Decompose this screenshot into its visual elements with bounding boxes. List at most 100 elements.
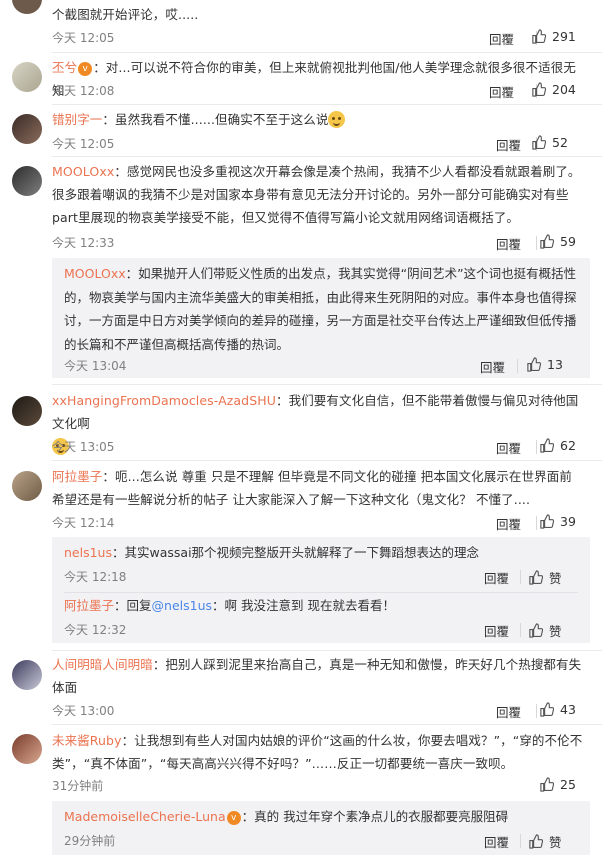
- reply-button[interactable]: 回覆: [484, 568, 509, 587]
- thumbs-up-icon: [527, 357, 541, 372]
- comment-time: 今天 12:05: [52, 31, 115, 45]
- divider: [520, 570, 521, 584]
- comment-text: ：感觉网民也没多重视这次开幕会像是凑个热闹，我猜不少人看都没看就跟着刷了。很多跟…: [52, 164, 581, 225]
- reply-text: ：啊 我没注意到 现在就去看看！: [212, 598, 395, 613]
- divider: [536, 704, 537, 718]
- like-button[interactable]: 39: [539, 514, 576, 529]
- separator: [52, 650, 602, 651]
- separator: [52, 724, 602, 725]
- reply-text: ：如果抛开人们带贬义性质的出发点，我其实觉得“阴间艺术”这个词也挺有概括性的，物…: [64, 266, 577, 352]
- like-button[interactable]: 赞: [528, 832, 562, 851]
- comment-time: 今天 12:14: [52, 516, 115, 530]
- thumbs-up-icon: [529, 834, 543, 849]
- like-count: 52: [552, 135, 568, 150]
- separator: [52, 52, 602, 53]
- reply-button[interactable]: 回覆: [489, 29, 514, 48]
- user-avatar[interactable]: [12, 734, 42, 764]
- like-button[interactable]: 204: [531, 82, 576, 97]
- like-button[interactable]: 赞: [528, 568, 562, 587]
- user-name[interactable]: MademoiselleCherie-Luna: [64, 809, 226, 824]
- like-count: 291: [552, 29, 576, 44]
- user-avatar[interactable]: [12, 471, 42, 501]
- comment-text: ：虽然我看不懂......但确实不至于这么说: [102, 112, 329, 127]
- like-count: 39: [560, 514, 576, 529]
- divider: [520, 623, 521, 637]
- reply-button[interactable]: 回覆: [496, 234, 521, 253]
- reply-button[interactable]: 回覆: [484, 832, 509, 851]
- reply-text: ：其实wassai那个视频完整版开头就解释了一下舞蹈想表达的理念: [112, 545, 480, 560]
- reply-button[interactable]: 回覆: [480, 357, 505, 376]
- mention-link[interactable]: @nels1us: [152, 598, 213, 613]
- user-name[interactable]: MOOLOxx: [52, 164, 114, 179]
- like-button[interactable]: 62: [539, 438, 576, 453]
- like-count: 59: [560, 234, 576, 249]
- like-button[interactable]: 43: [539, 702, 576, 717]
- comment-text: 个截图就开始评论，哎.....: [52, 7, 199, 22]
- user-name[interactable]: MOOLOxx: [64, 266, 126, 281]
- separator: [52, 460, 602, 461]
- reply-button[interactable]: 回覆: [484, 621, 509, 640]
- like-button[interactable]: 59: [539, 234, 576, 249]
- sub-reply-box: MOOLOxx：如果抛开人们带贬义性质的出发点，我其实觉得“阴间艺术”这个词也挺…: [52, 258, 590, 378]
- thumbs-up-icon: [532, 82, 546, 97]
- divider: [536, 516, 537, 530]
- like-count: 43: [560, 702, 576, 717]
- comment-feed: 个截图就开始评论，哎..... 今天 12:05 回覆 291 丕兮 v ：对...…: [0, 0, 602, 867]
- separator: [52, 384, 602, 385]
- user-name[interactable]: nels1us: [64, 545, 112, 560]
- thumbs-up-icon: [529, 570, 543, 585]
- user-name[interactable]: 丕兮: [52, 60, 77, 75]
- divider: [520, 834, 521, 848]
- user-avatar[interactable]: [12, 660, 42, 690]
- vip-badge-icon: v: [78, 62, 93, 76]
- like-button[interactable]: 13: [526, 357, 563, 372]
- like-button[interactable]: 25: [539, 777, 576, 792]
- reply-time: 今天 13:04: [64, 359, 127, 373]
- sub-reply-box: MademoiselleCherie-Luna v ：真的 我过年穿个素净点儿的衣服…: [52, 801, 590, 855]
- like-count: 204: [552, 82, 576, 97]
- user-avatar[interactable]: [12, 0, 42, 14]
- user-name[interactable]: 错别字一: [52, 112, 102, 127]
- reply-button[interactable]: 回覆: [496, 514, 521, 533]
- thumbs-up-icon: [532, 135, 546, 150]
- user-name[interactable]: 人间明暗人间明暗: [52, 657, 153, 672]
- separator: [64, 592, 578, 593]
- separator: [52, 156, 602, 157]
- like-button[interactable]: 赞: [528, 621, 562, 640]
- reply-text: ：真的 我过年穿个素净点儿的衣服都要亮服阻碍: [241, 809, 509, 824]
- comment-text: ：呃...怎么说 尊重 只是不理解 但毕竟是不同文化的碰撞 把本国文化展示在世界…: [52, 469, 572, 507]
- user-name[interactable]: xxHangingFromDamocles-AzadSHU: [52, 393, 276, 408]
- thumbs-up-icon: [540, 702, 554, 717]
- reply-time: 今天 12:32: [64, 623, 127, 637]
- comment-time: 31分钟前: [52, 779, 104, 793]
- like-count: 62: [560, 438, 576, 453]
- sub-reply-box: nels1us：其实wassai那个视频完整版开头就解释了一下舞蹈想表达的理念 …: [52, 537, 590, 643]
- thumbs-up-icon: [532, 29, 546, 44]
- user-name[interactable]: 未来酱Ruby: [52, 733, 122, 748]
- reply-button[interactable]: 回覆: [489, 82, 514, 101]
- reply-button[interactable]: 回覆: [496, 135, 521, 154]
- reply-button[interactable]: 回覆: [496, 702, 521, 721]
- like-button[interactable]: 291: [531, 29, 576, 44]
- user-avatar[interactable]: [12, 396, 42, 426]
- comment-time: 今天 13:00: [52, 704, 115, 718]
- user-name[interactable]: 阿拉墨子: [64, 598, 114, 613]
- thumbs-up-icon: [540, 438, 554, 453]
- divider: [536, 440, 537, 454]
- thumbs-up-icon: [529, 623, 543, 638]
- like-count: 13: [547, 357, 563, 372]
- comment-text: ：让我想到有些人对国内姑娘的评价“这画的什么妆，你要去唱戏？”，“穿的不伦不类”…: [52, 733, 583, 771]
- user-avatar[interactable]: [12, 166, 42, 196]
- comment-time: 今天 13:05: [52, 440, 115, 454]
- user-avatar[interactable]: [12, 62, 42, 92]
- like-label: 赞: [549, 835, 562, 850]
- user-avatar[interactable]: [12, 114, 42, 144]
- divider: [536, 236, 537, 250]
- laughing-emoji-icon: [328, 111, 346, 128]
- reply-button[interactable]: 回覆: [496, 438, 521, 457]
- thumbs-up-icon: [540, 234, 554, 249]
- user-name[interactable]: 阿拉墨子: [52, 469, 102, 484]
- reply-time: 今天 12:18: [64, 570, 127, 584]
- comment-time: 今天 12:08: [52, 84, 115, 98]
- like-button[interactable]: 52: [531, 135, 568, 150]
